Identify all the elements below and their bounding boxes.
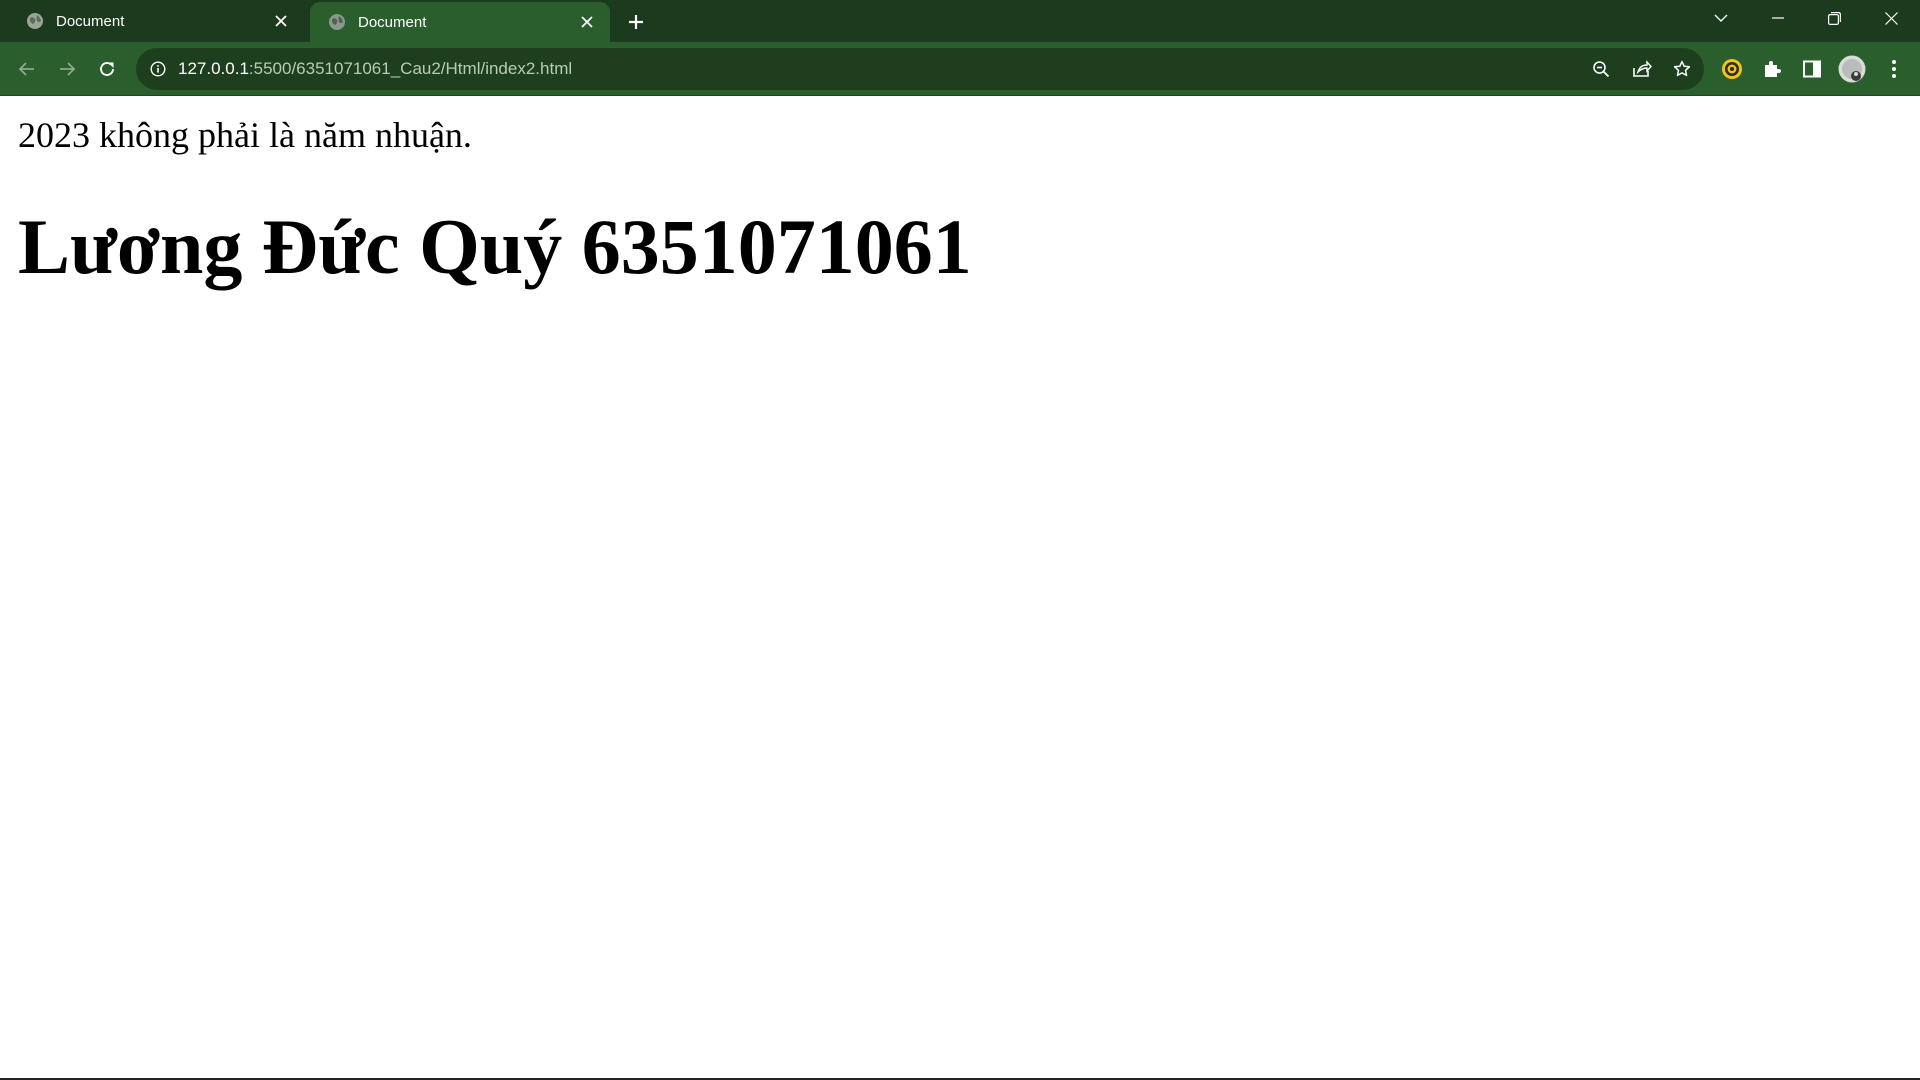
url-host: 127.0.0.1 [178, 59, 249, 78]
tab-search-button[interactable] [1692, 0, 1749, 36]
reload-button[interactable] [91, 53, 123, 85]
puzzle-icon[interactable] [1756, 53, 1788, 85]
minimize-button[interactable] [1749, 0, 1806, 36]
globe-icon [26, 12, 44, 30]
tab-document-1[interactable]: Document [8, 0, 304, 42]
tab-strip: Document Document [0, 0, 1920, 42]
tab-title: Document [358, 13, 427, 31]
side-panel-icon[interactable] [1796, 53, 1828, 85]
toolbar: 127.0.0.1:5500/6351071061_Cau2/Html/inde… [0, 42, 1920, 96]
tab-title: Document [56, 12, 125, 30]
close-window-button[interactable] [1863, 0, 1920, 36]
url-path: :5500/6351071061_Cau2/Html/index2.html [248, 59, 573, 78]
restore-button[interactable] [1806, 0, 1863, 36]
zoom-out-icon[interactable] [1586, 54, 1616, 84]
leap-year-result: 2023 không phải là năm nhuận. [18, 115, 472, 155]
kebab-menu-icon[interactable] [1878, 53, 1910, 85]
reload-icon [100, 62, 114, 76]
share-icon[interactable] [1627, 54, 1657, 84]
address-bar[interactable]: 127.0.0.1:5500/6351071061_Cau2/Html/inde… [136, 48, 1704, 90]
back-button[interactable] [11, 53, 43, 85]
globe-icon [328, 13, 346, 31]
close-icon[interactable] [576, 11, 598, 33]
info-icon[interactable] [148, 59, 168, 79]
author-heading: Lương Đức Quý 6351071061 [18, 203, 972, 290]
page-content: 2023 không phải là năm nhuận. Lương Đức … [0, 96, 1920, 1080]
minimize-icon [1771, 17, 1784, 19]
restore-icon [1828, 11, 1841, 25]
forward-button[interactable] [51, 53, 83, 85]
window-controls [1692, 0, 1920, 36]
extension-badge-icon[interactable] [1716, 53, 1748, 85]
tab-document-2[interactable]: Document [310, 2, 610, 42]
close-icon [1885, 11, 1898, 25]
plus-icon [629, 15, 643, 29]
browser-window: Document Document 127.0.0.1:5500/6351071… [0, 0, 1920, 1080]
url-text[interactable]: 127.0.0.1:5500/6351071061_Cau2/Html/inde… [178, 48, 572, 90]
arrow-right-icon [60, 62, 76, 76]
new-tab-button[interactable] [620, 8, 652, 36]
chevron-down-icon [1714, 14, 1727, 22]
arrow-left-icon [18, 62, 34, 76]
avatar-icon[interactable] [1836, 53, 1868, 85]
star-icon[interactable] [1667, 54, 1697, 84]
close-icon[interactable] [270, 10, 292, 32]
